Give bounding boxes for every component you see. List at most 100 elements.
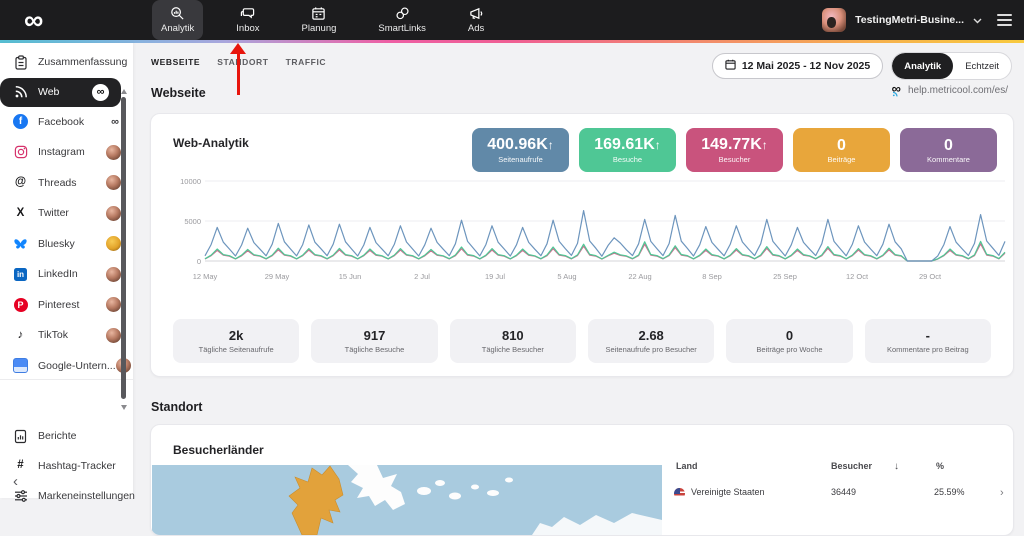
sidebar-item-label: Berichte [38, 430, 77, 442]
metricool-logo-icon[interactable]: ∞ [24, 2, 43, 38]
nav-analytik[interactable]: Analytik [152, 0, 204, 40]
google-business-icon [12, 358, 29, 374]
header-controls: 12 Mai 2025 - 12 Nov 2025 Analytik Echtz… [711, 52, 1012, 80]
rss-icon [12, 84, 29, 100]
sidebar-item-twitter[interactable]: X Twitter [0, 198, 133, 229]
svg-text:29 Oct: 29 Oct [919, 272, 942, 281]
sort-descending-icon[interactable]: ↓ [894, 461, 899, 472]
scroll-down-arrow-icon[interactable] [121, 405, 127, 410]
calendar-icon [725, 59, 736, 73]
sidebar-item-hashtag-tracker[interactable]: # Hashtag-Tracker [0, 451, 133, 481]
sidebar-item-label: LinkedIn [38, 268, 78, 281]
nav-inbox[interactable]: Inbox [227, 0, 268, 40]
sidebar-item-label: Facebook [38, 115, 85, 128]
account-avatar[interactable] [822, 8, 847, 32]
svg-text:12 May: 12 May [193, 272, 218, 281]
besucherlaender-card: Besucherländer Land Besucher ↓ % Vereini… [150, 424, 1014, 536]
table-header: Land Besucher ↓ % [666, 461, 1013, 479]
chevron-down-icon[interactable] [973, 11, 982, 29]
help-link-text: help.metricool.com/es/ [907, 85, 1008, 96]
sidebar-item-facebook[interactable]: f Facebook ∞ [0, 107, 133, 138]
summary-seitenaufrufe-pro-besucher[interactable]: 2.68 Seitenaufrufe pro Besucher [587, 319, 715, 363]
web-analytics-chart[interactable]: 10000 5000 0 12 May 29 May 15 Jun 2 Jul … [175, 176, 1009, 292]
mode-switch: Analytik Echtzeit [891, 52, 1012, 80]
sidebar-item-zusammenfassung[interactable]: Zusammenfassung [0, 47, 133, 78]
sidebar-item-instagram[interactable]: Instagram [0, 137, 133, 168]
svg-text:15 Jun: 15 Jun [339, 272, 362, 281]
sidebar-item-google-business[interactable]: Google-Untern... [0, 351, 133, 380]
sidebar-item-label: Pinterest [38, 298, 80, 311]
nav-ads[interactable]: Ads [459, 0, 493, 40]
sliders-icon [12, 488, 29, 504]
hashtag-icon: # [17, 459, 24, 472]
kpi-besuche[interactable]: 169.61K↑ Besuche [579, 128, 676, 172]
account-name[interactable]: TestingMetri-Busine... [855, 14, 964, 26]
sidebar-item-bluesky[interactable]: Bluesky [0, 229, 133, 260]
clipboard-icon [12, 54, 29, 70]
top-nav: Analytik Inbox Planung SmartLinks Ads [152, 0, 493, 40]
sidebar-item-pinterest[interactable]: P Pinterest [0, 290, 133, 321]
col-land[interactable]: Land [676, 461, 698, 471]
nav-label: Inbox [236, 23, 260, 34]
sidebar-item-linkedin[interactable]: in LinkedIn [0, 259, 133, 290]
mode-analytik-button[interactable]: Analytik [892, 53, 954, 79]
col-percent[interactable]: % [936, 461, 944, 471]
summary-kommentare-pro-beitrag[interactable]: - Kommentare pro Beitrag [864, 319, 991, 363]
svg-text:8 Sep: 8 Sep [702, 272, 722, 281]
help-link[interactable]: ∞ help.metricool.com/es/ [892, 82, 1008, 97]
pinterest-icon: P [12, 297, 29, 313]
nav-label: Analytik [161, 23, 195, 34]
report-icon [12, 428, 29, 444]
summary-taegliche-seitenaufrufe[interactable]: 2k Tägliche Seitenaufrufe [173, 319, 300, 363]
profile-avatar-badge [106, 205, 121, 221]
summary-taegliche-besuche[interactable]: 917 Tägliche Besuche [311, 319, 438, 363]
sidebar-item-label: Web [38, 86, 60, 98]
nav-smartlinks[interactable]: SmartLinks [369, 0, 435, 40]
svg-text:12 Oct: 12 Oct [846, 272, 869, 281]
twitter-x-icon: X [16, 206, 25, 219]
sidebar-item-tiktok[interactable]: ♪ TikTok [0, 320, 133, 351]
svg-text:19 Jul: 19 Jul [485, 272, 505, 281]
arrow-line [236, 53, 240, 95]
card-title: Besucherländer [173, 443, 264, 457]
summary-beitraege-pro-woche[interactable]: 0 Beiträge pro Woche [726, 319, 853, 363]
tab-webseite[interactable]: WEBSEITE [151, 57, 200, 67]
tab-standort[interactable]: STANDORT [217, 57, 268, 67]
sidebar-item-berichte[interactable]: Berichte [0, 421, 133, 451]
date-range-picker[interactable]: 12 Mai 2025 - 12 Nov 2025 [711, 53, 884, 79]
nav-label: SmartLinks [378, 23, 426, 34]
trend-up-icon: ↑ [654, 138, 661, 152]
svg-text:2 Jul: 2 Jul [414, 272, 430, 281]
sidebar-item-markeneinstellungen[interactable]: Markeneinstellungen [0, 481, 135, 511]
col-besucher[interactable]: Besucher [831, 461, 872, 471]
sidebar-item-threads[interactable]: @ Threads [0, 168, 133, 199]
hamburger-menu-icon[interactable] [997, 14, 1012, 26]
mode-echtzeit-button[interactable]: Echtzeit [953, 53, 1011, 79]
kpi-beitraege[interactable]: 0 Beiträge [793, 128, 890, 172]
tiktok-icon: ♪ [17, 328, 24, 341]
svg-text:25 Sep: 25 Sep [773, 272, 797, 281]
nav-planung[interactable]: Planung [293, 0, 346, 40]
sidebar-item-label: Instagram [38, 146, 85, 159]
kpi-kommentare[interactable]: 0 Kommentare [900, 128, 997, 172]
kpi-besucher[interactable]: 149.77K↑ Besucher [686, 128, 783, 172]
megaphone-icon [469, 6, 484, 21]
table-row[interactable]: Vereinigte Staaten 36449 25.59% › [666, 487, 1013, 507]
profile-avatar-badge [106, 144, 121, 160]
sidebar-scrollbar[interactable] [121, 97, 126, 399]
tab-traffic[interactable]: TRAFFIC [286, 57, 327, 67]
section-title-webseite: Webseite [151, 86, 206, 100]
visitor-countries-map[interactable] [152, 465, 662, 535]
summary-taegliche-besucher[interactable]: 810 Tägliche Besucher [449, 319, 576, 363]
sidebar-collapse-button[interactable]: ‹ [13, 473, 18, 490]
sidebar-item-label: Bluesky [38, 237, 75, 250]
nav-label: Planung [301, 23, 337, 34]
summary-cards: 2k Tägliche Seitenaufrufe 917 Tägliche Bes… [173, 319, 991, 363]
linkedin-icon: in [12, 266, 29, 282]
svg-text:0: 0 [197, 257, 201, 266]
sidebar-item-web[interactable]: Web ∞ [0, 77, 121, 107]
sidebar-item-label: Threads [38, 176, 77, 189]
scroll-up-arrow-icon[interactable] [121, 89, 127, 94]
kpi-seitenaufrufe[interactable]: 400.96K↑ Seitenaufrufe [472, 128, 569, 172]
profile-avatar-badge [106, 297, 121, 313]
